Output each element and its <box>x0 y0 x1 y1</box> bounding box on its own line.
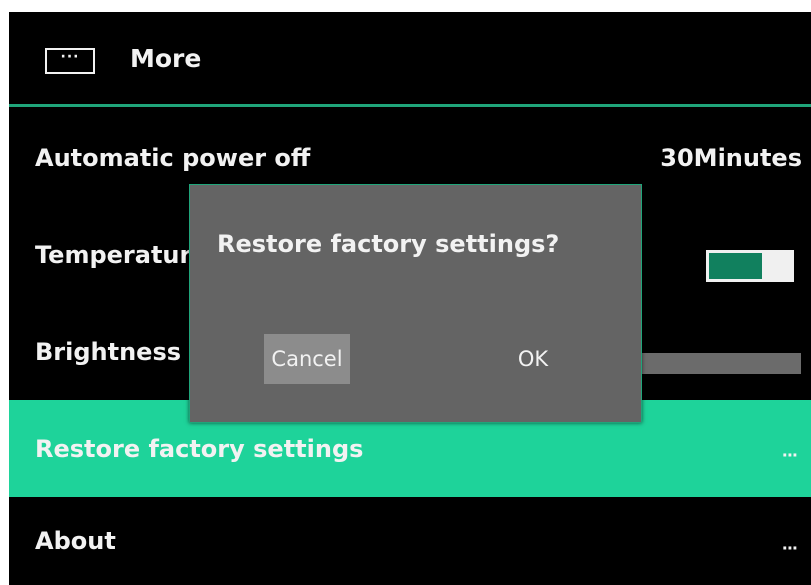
confirm-dialog: Restore factory settings? Cancel OK <box>189 184 642 423</box>
toggle-fill <box>709 253 762 279</box>
setting-label: Temperature <box>35 240 208 269</box>
setting-row-about[interactable]: About ... <box>9 497 811 585</box>
device-screen: ··· More Automatic power off 30Minutes T… <box>9 12 811 585</box>
setting-label: Restore factory settings <box>35 434 364 463</box>
toggle-knob <box>765 253 791 279</box>
more-dots-icon: ... <box>781 441 798 461</box>
ok-button[interactable]: OK <box>490 334 576 384</box>
header: ··· More <box>9 12 811 107</box>
setting-label: Automatic power off <box>35 143 311 172</box>
dialog-title: Restore factory settings? <box>217 230 560 258</box>
more-icon: ··· <box>45 48 95 74</box>
more-dots-icon: ... <box>781 534 798 554</box>
page-title: More <box>130 44 202 73</box>
cancel-button[interactable]: Cancel <box>264 334 350 384</box>
brightness-slider[interactable] <box>639 353 801 374</box>
temperature-toggle[interactable] <box>706 250 794 282</box>
setting-value: 30Minutes <box>660 143 802 172</box>
setting-label: Brightness <box>35 337 182 366</box>
setting-label: About <box>35 527 116 555</box>
